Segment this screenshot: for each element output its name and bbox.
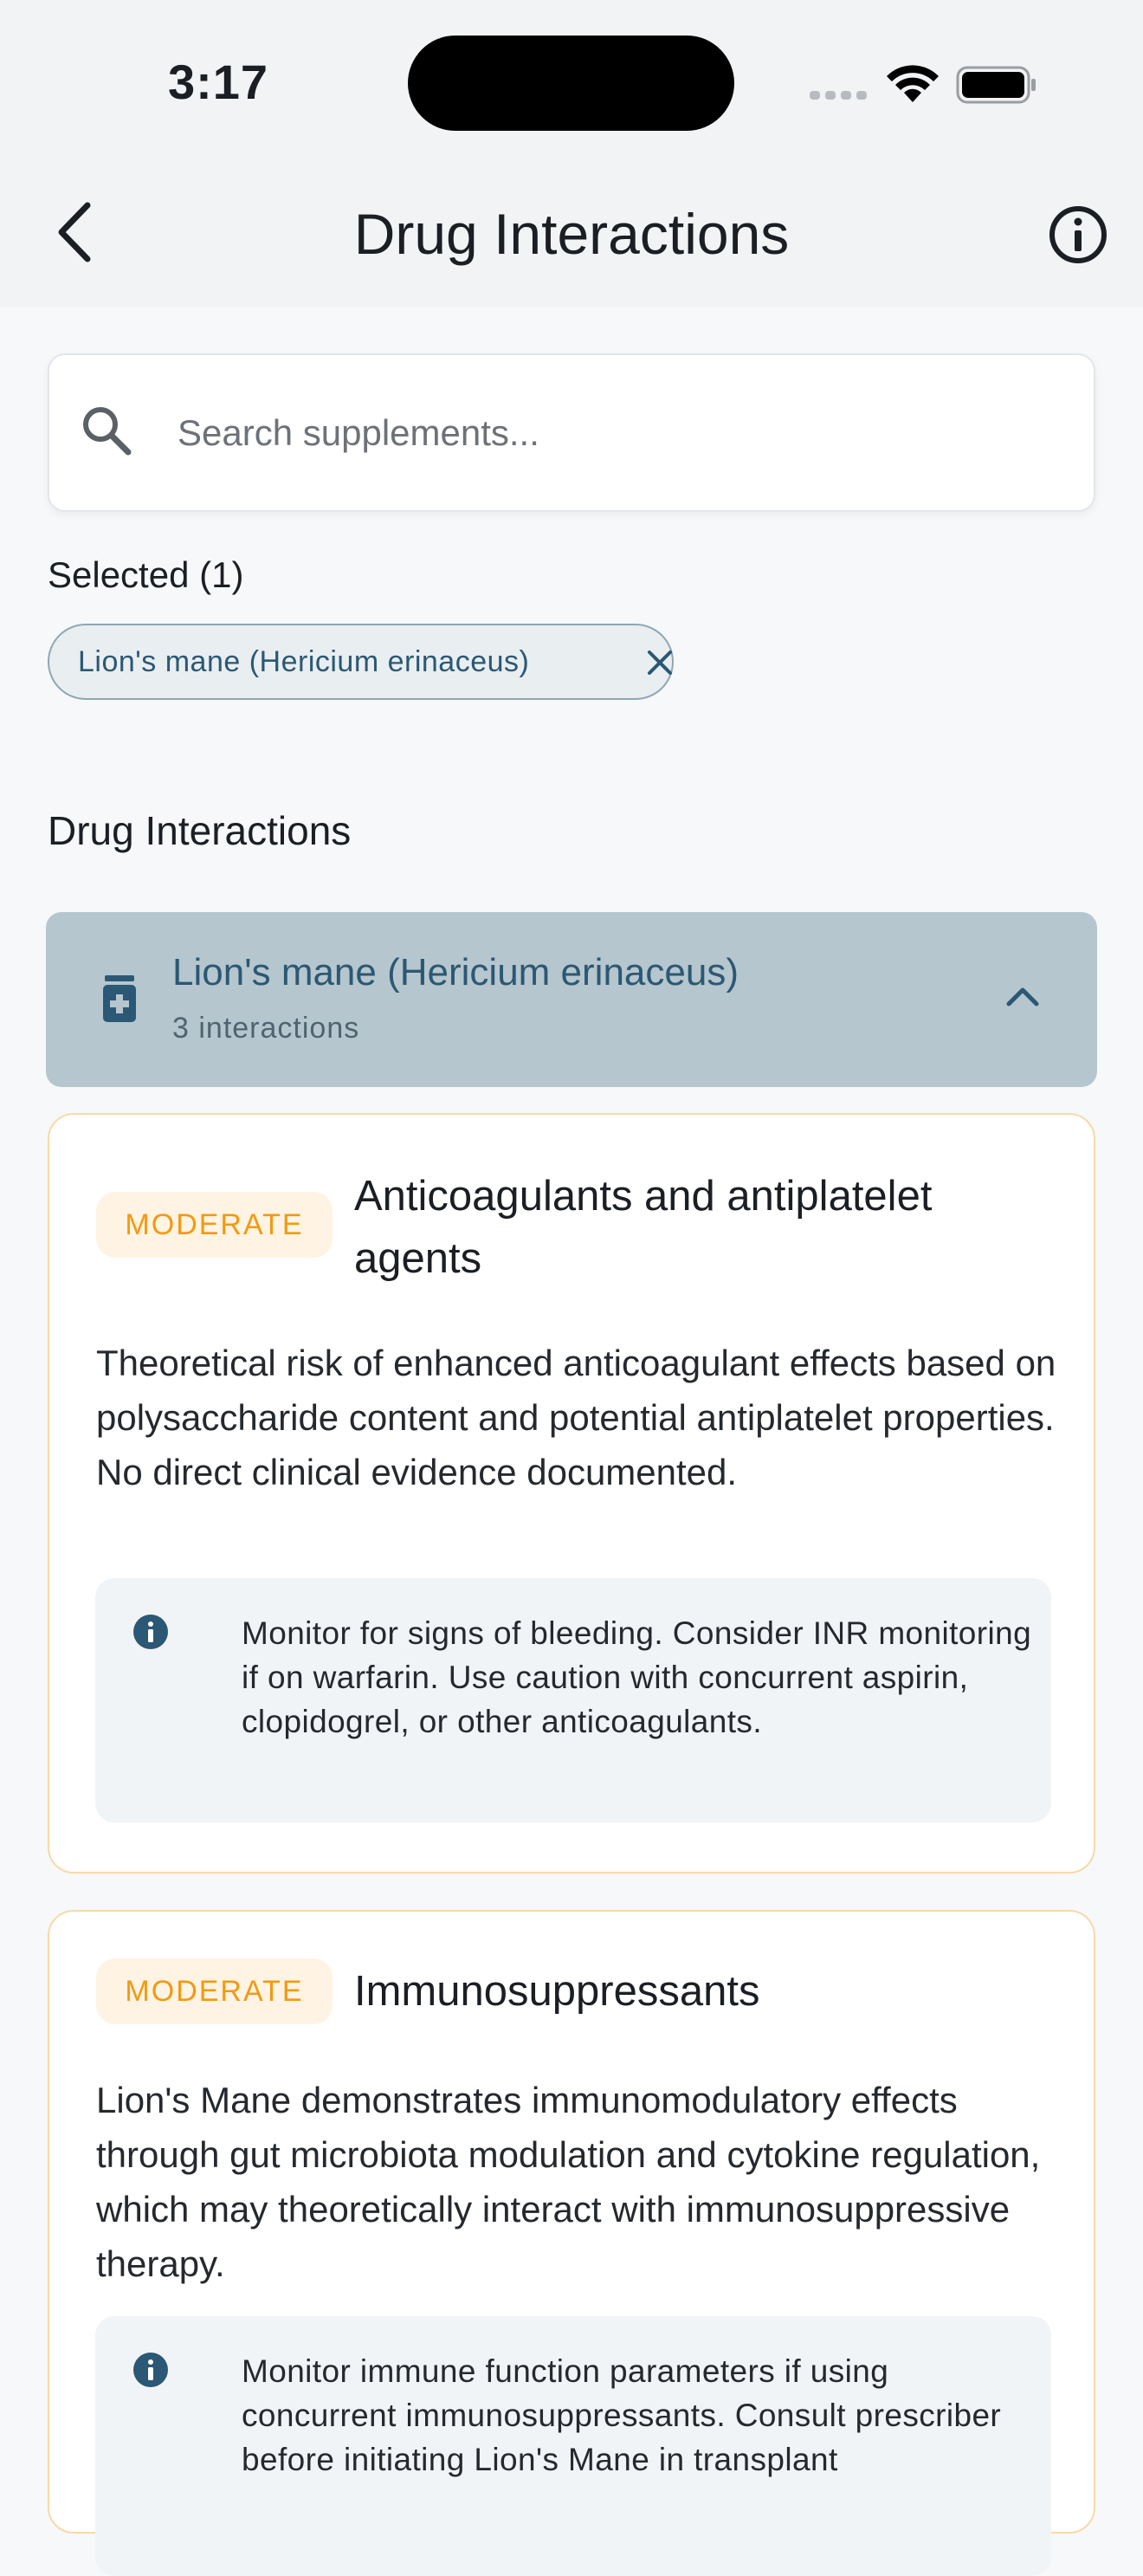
search-input[interactable]	[178, 398, 1043, 468]
back-button[interactable]	[43, 197, 104, 267]
interaction-card: MODERATE Anticoagulants and antiplatelet…	[48, 1113, 1095, 1874]
chip-label: Lion's mane (Hericium erinaceus)	[78, 644, 530, 678]
close-icon	[648, 650, 672, 675]
remove-chip-button[interactable]	[643, 646, 676, 679]
group-interaction-count: 3 interactions	[172, 1012, 360, 1045]
interaction-description: Lion's Mane demonstrates immunomodulator…	[96, 2080, 1041, 2284]
page-title: Drug Interactions	[353, 202, 790, 266]
medicine-bottle-icon	[103, 975, 136, 1022]
group-title: Lion's mane (Hericium erinaceus)	[172, 951, 739, 994]
interaction-description: Theoretical risk of enhanced anticoagula…	[96, 1343, 1056, 1492]
info-button[interactable]	[1048, 204, 1108, 265]
severity-badge: MODERATE	[96, 1192, 333, 1258]
severity-badge: MODERATE	[96, 1958, 333, 2024]
status-time: 3:17	[167, 55, 269, 109]
selected-count-label: Selected (1)	[48, 554, 244, 595]
interaction-card: MODERATE Immunosuppressants Lion's Mane …	[48, 1910, 1095, 2576]
interaction-title: Immunosuppressants	[354, 1968, 760, 2015]
battery-icon	[956, 66, 1036, 104]
info-circle-icon	[1049, 206, 1107, 263]
recommendation-text: Monitor immune function parameters if us…	[242, 2353, 1002, 2477]
info-icon	[133, 1615, 168, 1649]
chevron-left-icon	[58, 202, 91, 262]
section-title: Drug Interactions	[48, 808, 352, 853]
cellular-signal-icon	[810, 91, 867, 100]
dynamic-island	[408, 36, 734, 131]
search-icon	[83, 407, 132, 456]
chevron-up-icon[interactable]	[1005, 985, 1040, 1007]
selected-supplement-chip[interactable]: Lion's mane (Hericium erinaceus)	[48, 624, 674, 700]
recommendation-box: Monitor immune function parameters if us…	[95, 2316, 1051, 2576]
interaction-group-header[interactable]	[46, 912, 1097, 1087]
wifi-icon	[887, 65, 939, 102]
interaction-title: Anticoagulants and antiplatelet agents	[354, 1173, 933, 1282]
recommendation-box: Monitor for signs of bleeding. Consider …	[95, 1578, 1051, 1822]
recommendation-text: Monitor for signs of bleeding. Consider …	[242, 1615, 1032, 1739]
info-icon	[133, 2353, 168, 2387]
